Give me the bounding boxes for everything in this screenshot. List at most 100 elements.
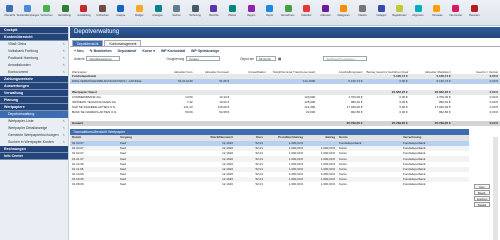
sidebar-item[interactable]: Anwaltskosten ✎	[0, 62, 68, 69]
table-row[interactable]: Gesamt 25.799,00 €25.799,00 €25.799,00 €0…	[70, 120, 500, 126]
sidebar-item[interactable]: Wertpapier Detailanzeige ✎	[0, 125, 68, 132]
toolbar-button-14[interactable]: Depot	[260, 2, 279, 26]
tx-button[interactable]: Neu	[474, 184, 490, 189]
pin-icon[interactable]: ✎	[62, 139, 65, 146]
toolbar-icon	[154, 5, 162, 12]
table-cell: 0,00 €	[452, 120, 500, 126]
tab-depotuebersicht[interactable]: Depotübersicht	[72, 40, 104, 46]
sidebar-item[interactable]: Kontocorrent ✎	[0, 69, 68, 76]
sidebar-section[interactable]: Verwaltung	[0, 90, 68, 97]
kurse-button[interactable]: Kurse ▾	[142, 49, 155, 53]
toolbar-button-19[interactable]: Filesize	[353, 2, 372, 26]
toolbar-label: Planen	[228, 13, 237, 17]
transaction-row[interactable]: 01.08.06 Kauf 12,1620 52,01 1.000,00 € 1.000,…	[70, 182, 469, 187]
tx-button[interactable]: Details	[474, 202, 490, 207]
sidebar-section[interactable]: Wertpapiere	[0, 104, 68, 111]
table-cell	[194, 120, 232, 126]
column-header[interactable]: Gewinn / Verlust	[453, 62, 500, 74]
toolbar-button-12[interactable]: Planen	[223, 2, 242, 26]
depotabruf-button[interactable]: Depotabruf	[118, 49, 137, 53]
toolbar-button-18[interactable]: Kategorien	[335, 2, 354, 26]
pin-icon[interactable]: ✎	[62, 62, 65, 69]
search-input[interactable]: Suchbegriff eingeben...	[323, 56, 368, 61]
sidebar-item[interactable]: Wertpapier-Liste ✎	[0, 118, 68, 125]
toolbar-button-9[interactable]: Suchen	[167, 2, 186, 26]
sidebar-section[interactable]: Planung	[0, 97, 68, 104]
toolbar-button-1[interactable]: Senden/Empfangen	[17, 2, 39, 26]
gruppierung-select[interactable]: Konten	[186, 56, 221, 61]
column-header[interactable]: Stück/Nominal Tranchenumsatz	[268, 62, 317, 74]
sidebar-item[interactable]: Suchen in Wertpapier-Konten ✎	[0, 139, 68, 146]
kontoblatt-button[interactable]: WP Kontoblatt	[161, 49, 185, 53]
column-header[interactable]: Aktueller Kurswert	[195, 62, 232, 74]
toolbar-label: Vorlagen	[376, 13, 387, 17]
sidebar-section[interactable]: Info Center	[0, 153, 68, 160]
sidebar-section[interactable]: Kontenübersicht	[0, 34, 68, 41]
pin-icon[interactable]: ✎	[62, 111, 65, 118]
sidebar-item[interactable]: Gemeinte Wertpapierbuchungen ✎	[0, 132, 68, 139]
toolbar-button-6[interactable]: Analyse	[112, 2, 131, 26]
sidebar-item[interactable]: Depotverwaltung ✎	[0, 111, 68, 118]
tab-kontomanagement[interactable]: Kontomanagement	[104, 40, 142, 46]
toolbar-button-10[interactable]: Sicherung	[186, 2, 205, 26]
pin-icon[interactable]: ✎	[62, 55, 65, 62]
toolbar-label: Einnahmen	[281, 13, 295, 17]
depot-date-input[interactable]: 04.04.20	[256, 56, 277, 61]
toolbar-button-17[interactable]: Adressen	[316, 2, 335, 26]
pin-icon[interactable]: ✎	[62, 132, 65, 139]
pin-icon[interactable]: ✎	[62, 48, 65, 55]
toolbar-button-15[interactable]: Einnahmen	[279, 2, 298, 26]
pin-icon[interactable]: ✎	[62, 69, 65, 76]
toolbar-label: Analyse	[116, 13, 126, 17]
column-header[interactable]: Umsatzfaktor	[231, 62, 268, 74]
calendar-icon[interactable]: ▦	[278, 57, 281, 61]
toolbar-icon	[42, 5, 50, 12]
toolbar-button-4[interactable]: Auszahlung	[74, 2, 93, 26]
toolbar-button-11[interactable]: Berichte	[205, 2, 224, 26]
column-header[interactable]	[147, 62, 158, 74]
toolbar-button-22[interactable]: Allgemein	[409, 2, 428, 26]
column-header[interactable]: Wertpapier	[70, 62, 147, 74]
toolbar-icon	[210, 5, 218, 12]
toolbar-button-25[interactable]: Beenden	[465, 2, 484, 26]
table-cell	[267, 120, 318, 126]
optelanzeige-button[interactable]: WP Optelanzeige	[191, 49, 219, 53]
toolbar-button-2[interactable]: Verbuchen	[37, 2, 56, 26]
column-header[interactable]: Betrag Gewinn/ Gebühren Kauf	[365, 62, 410, 74]
pin-icon[interactable]: ✎	[62, 41, 65, 48]
sidebar-item[interactable]: Volksbank Freiburg ✎	[0, 48, 68, 55]
toolbar-button-5[interactable]: Umbuchen	[93, 2, 112, 26]
column-header[interactable]: Anschaffungswert	[317, 62, 364, 74]
sidebar-item[interactable]: Villa5 Gbba ✎	[0, 41, 68, 48]
sidebar-section[interactable]: Auswertungen	[0, 83, 68, 90]
sidebar-section[interactable]: Zahlungsverkehr	[0, 76, 68, 83]
sidebar-item[interactable]: Postbank Hamburg ✎	[0, 55, 68, 62]
filter-bar: Ansicht Depotbewertung Gruppierung Konte…	[70, 55, 500, 62]
pin-icon[interactable]: ✎	[62, 118, 65, 125]
sidebar-section[interactable]: Rechnungen	[0, 146, 68, 153]
toolbar-button-3[interactable]: Einzahlung	[56, 2, 75, 26]
vertical-scrollbar[interactable]	[493, 137, 498, 240]
new-button[interactable]: + Neu	[74, 49, 84, 53]
column-header[interactable]: Aktueller Kurs	[158, 62, 195, 74]
toolbar-buttons: Übersicht Senden/Empfangen Verbuchen Einzah…	[0, 2, 483, 26]
toolbar-button-7[interactable]: Budget	[130, 2, 149, 26]
tx-button[interactable]: Bearb.	[474, 190, 490, 195]
toolbar-button-23[interactable]: Hinweise	[428, 2, 447, 26]
toolbar-label: Budget	[135, 13, 144, 17]
sidebar-section[interactable]: Cockpit	[0, 27, 68, 34]
sidebar-item-label: Villa5 Gbba	[8, 42, 27, 46]
toolbar-button-21[interactable]: Begleitzettel	[390, 2, 409, 26]
toolbar-label: Adressen	[319, 13, 331, 17]
pin-icon[interactable]: ✎	[62, 125, 65, 132]
toolbar-button-13[interactable]: Regeln	[242, 2, 261, 26]
toolbar-button-20[interactable]: Vorlagen	[372, 2, 391, 26]
tx-button[interactable]: Löschen	[474, 196, 490, 201]
toolbar-button-8[interactable]: Anzeigen	[149, 2, 168, 26]
table-cell: 25.799,00 €	[409, 120, 453, 126]
toolbar-button-24[interactable]: Info-Center	[446, 2, 465, 26]
ansicht-select[interactable]: Depotbewertung	[86, 56, 121, 61]
edit-button[interactable]: ✎ Bearbeiten	[90, 49, 112, 53]
column-header[interactable]: Aktueller Marktwert	[410, 62, 453, 74]
toolbar-button-16[interactable]: Kalender	[298, 2, 317, 26]
